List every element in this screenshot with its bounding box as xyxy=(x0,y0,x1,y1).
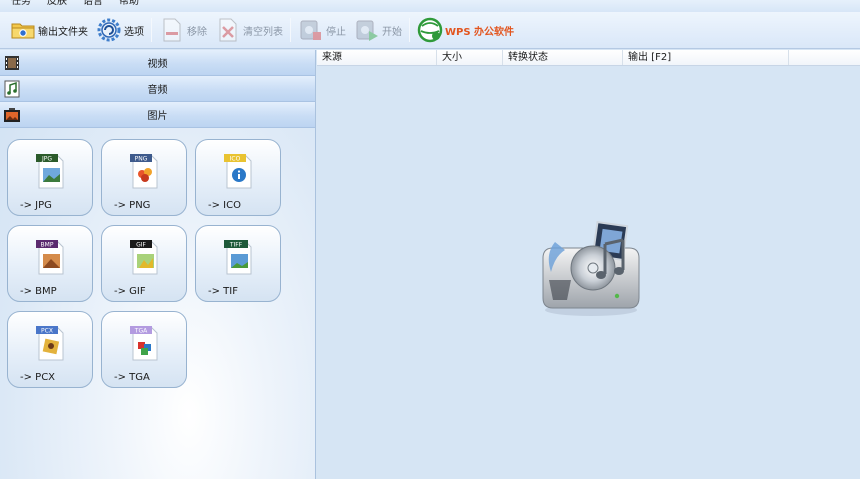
start-button[interactable]: 开始 xyxy=(350,15,406,45)
format-tile-jpg[interactable]: JPG -> JPG xyxy=(7,139,93,216)
format-factory-logo-icon xyxy=(542,220,640,316)
menu-skin[interactable]: 皮肤 xyxy=(39,0,75,7)
toolbar: 输出文件夹 选项 移除 清空列表 停止 开始 WPS 办公软件 xyxy=(0,12,860,49)
ico-file-icon: ICO xyxy=(224,154,252,189)
clear-list-label: 清空列表 xyxy=(243,26,283,38)
format-tile-ico[interactable]: ICO -> ICO xyxy=(195,139,281,216)
column-status[interactable]: 转换状态 xyxy=(503,50,623,65)
wps-globe-icon xyxy=(417,17,443,43)
task-list-panel: 来源 大小 转换状态 输出 [F2] xyxy=(317,50,860,479)
wps-office-button[interactable]: WPS 办公软件 xyxy=(413,15,518,45)
format-tile-tga[interactable]: TGA -> TGA xyxy=(101,311,187,388)
category-audio-label: 音频 xyxy=(147,85,168,96)
column-output[interactable]: 输出 [F2] xyxy=(623,50,789,65)
png-file-icon: PNG xyxy=(130,154,158,189)
png-badge: PNG xyxy=(135,156,148,163)
remove-file-icon xyxy=(159,17,185,43)
tga-badge: TGA xyxy=(134,328,148,335)
menu-bar: 任务 皮肤 语言 帮助 xyxy=(0,0,860,12)
toolbar-separator xyxy=(409,18,410,42)
column-size[interactable]: 大小 xyxy=(437,50,503,65)
tga-file-icon: TGA xyxy=(130,326,158,361)
tif-badge: TIFF xyxy=(229,242,243,249)
format-tile-label: -> JPG xyxy=(20,200,52,211)
output-folder-button[interactable]: 输出文件夹 xyxy=(6,15,92,45)
category-picture[interactable]: 图片 xyxy=(0,102,315,128)
clear-list-button[interactable]: 清空列表 xyxy=(211,15,287,45)
format-tile-label: -> PNG xyxy=(114,200,151,211)
stop-button[interactable]: 停止 xyxy=(294,15,350,45)
clear-x-icon xyxy=(215,17,241,43)
gif-badge: GIF xyxy=(136,242,146,249)
stop-icon xyxy=(298,17,324,43)
task-list-header: 来源 大小 转换状态 输出 [F2] xyxy=(317,50,860,66)
format-tile-tif[interactable]: TIFF -> TIF xyxy=(195,225,281,302)
jpg-badge: JPG xyxy=(41,156,52,163)
column-source[interactable]: 来源 xyxy=(317,50,437,65)
format-tile-label: -> BMP xyxy=(20,286,57,297)
menu-task[interactable]: 任务 xyxy=(0,0,39,7)
stop-label: 停止 xyxy=(326,26,346,38)
format-tile-label: -> ICO xyxy=(208,200,241,211)
jpg-file-icon: JPG xyxy=(36,154,64,189)
bmp-file-icon: BMP xyxy=(36,240,64,275)
folder-icon xyxy=(10,17,36,43)
column-filler xyxy=(789,50,860,65)
format-tile-label: -> TIF xyxy=(208,286,238,297)
category-video-label: 视频 xyxy=(147,59,168,70)
film-icon xyxy=(3,53,21,72)
format-tile-label: -> PCX xyxy=(20,372,56,383)
format-tile-png[interactable]: PNG -> PNG xyxy=(101,139,187,216)
pcx-badge: PCX xyxy=(41,328,53,335)
format-tile-gif[interactable]: GIF -> GIF xyxy=(101,225,187,302)
format-tile-bmp[interactable]: BMP -> BMP xyxy=(7,225,93,302)
toolbar-separator xyxy=(290,18,291,42)
toolbar-separator xyxy=(151,18,152,42)
output-folder-label: 输出文件夹 xyxy=(38,26,88,38)
start-label: 开始 xyxy=(382,26,402,38)
tif-file-icon: TIFF xyxy=(224,240,252,275)
gif-file-icon: GIF xyxy=(130,240,158,275)
category-audio[interactable]: 音频 xyxy=(0,76,315,102)
format-tile-pcx[interactable]: PCX -> PCX xyxy=(7,311,93,388)
format-tile-label: -> GIF xyxy=(114,286,146,297)
music-note-icon xyxy=(3,79,21,98)
start-icon xyxy=(354,17,380,43)
menu-help[interactable]: 帮助 xyxy=(111,0,147,7)
options-button[interactable]: 选项 xyxy=(92,15,148,45)
remove-label: 移除 xyxy=(187,26,207,38)
pcx-file-icon: PCX xyxy=(36,326,64,361)
options-gear-icon xyxy=(96,17,122,43)
format-tile-label: -> TGA xyxy=(114,372,150,383)
category-picture-label: 图片 xyxy=(147,111,168,122)
wps-label: WPS 办公软件 xyxy=(445,26,515,38)
category-video[interactable]: 视频 xyxy=(0,50,315,76)
left-panel: 视频 音频 图片 JPG -> JPG PNG -> PNG ICO -> IC… xyxy=(0,50,316,479)
menu-language[interactable]: 语言 xyxy=(75,0,111,7)
picture-icon xyxy=(3,105,21,124)
bmp-badge: BMP xyxy=(41,242,54,249)
options-label: 选项 xyxy=(124,26,144,38)
remove-button[interactable]: 移除 xyxy=(155,15,211,45)
ico-badge: ICO xyxy=(230,156,241,163)
